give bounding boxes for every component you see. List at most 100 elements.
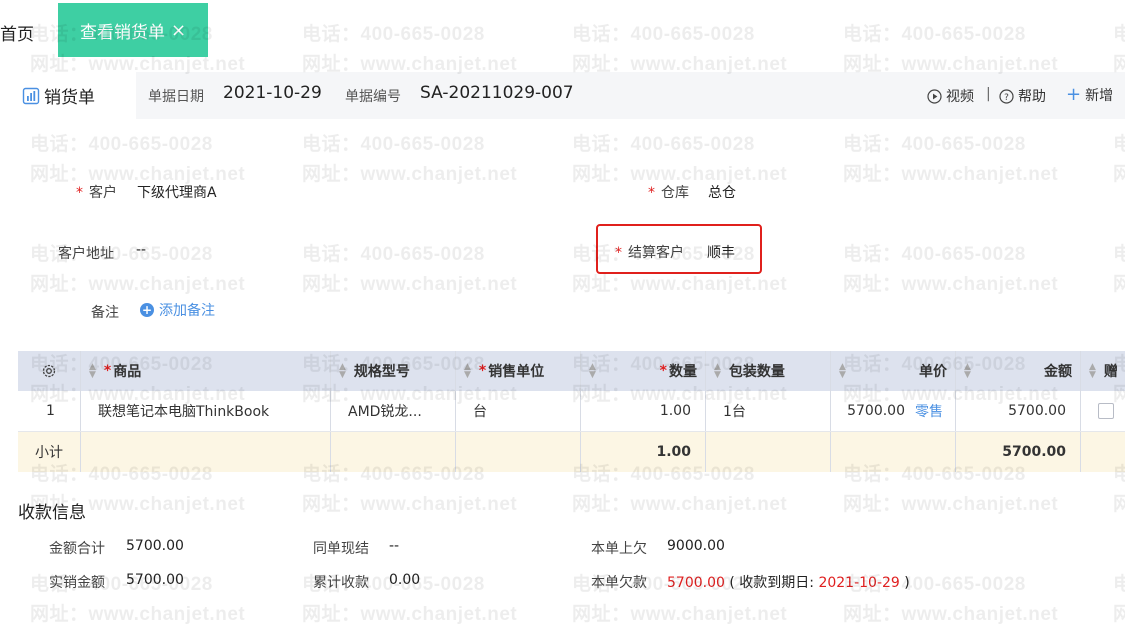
add-note-label: 添加备注 bbox=[159, 303, 215, 319]
watermark-site: 网址：www.chanjet.net bbox=[30, 604, 246, 625]
subtotal-amount: 5700.00 bbox=[956, 432, 1081, 472]
subtotal-empty bbox=[706, 432, 831, 472]
help-button[interactable]: ? 帮助 bbox=[999, 86, 1046, 106]
plus-icon: + bbox=[1066, 84, 1082, 105]
address-value[interactable]: -- bbox=[136, 242, 146, 258]
sort-icon: ▲ ▼ bbox=[964, 362, 971, 380]
customer-value[interactable]: 下级代理商A bbox=[137, 182, 217, 202]
add-button[interactable]: + 新增 bbox=[1066, 85, 1113, 105]
table-row[interactable]: 1 联想笔记本电脑ThinkBook AMD锐龙... 台 1.00 1台 57… bbox=[18, 391, 1125, 432]
actual-label: 实销金额 bbox=[49, 575, 105, 591]
date-value: 2021-10-29 bbox=[223, 83, 322, 103]
watermark-phone: 电话：400-665-0028 bbox=[843, 244, 1026, 265]
watermark-phone: 电话：400-665-0028 bbox=[572, 134, 755, 155]
header-price[interactable]: ▲ ▼ 单价 bbox=[831, 351, 956, 391]
date-label: 单据日期 bbox=[148, 89, 204, 105]
gift-checkbox[interactable] bbox=[1098, 403, 1114, 419]
row-price[interactable]: 5700.00 零售 bbox=[831, 391, 956, 431]
watermark-site: 网址：www.chanjet.net bbox=[572, 494, 788, 515]
sort-icon: ▲ ▼ bbox=[839, 362, 846, 380]
doc-type-tab[interactable]: 销货单 bbox=[0, 72, 136, 119]
required-mark: * bbox=[478, 363, 487, 379]
watermark-phone: 电话：400-665-0028 bbox=[302, 244, 485, 265]
watermark-site: 网址：www.chanjet.net bbox=[843, 604, 1059, 625]
tab-home[interactable]: 首页 bbox=[0, 20, 34, 45]
required-mark: * bbox=[615, 245, 622, 261]
address-label: 客户地址 bbox=[58, 246, 114, 262]
warehouse-value[interactable]: 总仓 bbox=[708, 182, 736, 202]
collection-title: 收款信息 bbox=[18, 503, 86, 523]
sort-icon: ▲ ▼ bbox=[589, 362, 596, 380]
header-unit[interactable]: ▲ ▼ * 销售单位 bbox=[456, 351, 581, 391]
watermark-phone: 电话：400-665-0028 bbox=[843, 134, 1026, 155]
watermark-site: 网址：www.chanjet.net bbox=[302, 494, 518, 515]
row-pack-qty[interactable]: 1台 bbox=[706, 391, 831, 431]
watermark-phone: 电话：400-665-0028 bbox=[30, 134, 213, 155]
header-price-label: 单价 bbox=[919, 364, 947, 380]
customer-field: * 客户 bbox=[76, 182, 117, 202]
watermark-site: 网址：www.chanjet.net bbox=[302, 274, 518, 295]
watermark-site: 网址：www.chanjet.net bbox=[302, 604, 518, 625]
close-icon[interactable]: × bbox=[171, 20, 186, 41]
actual-value: 5700.00 bbox=[126, 572, 184, 588]
header-unit-label: 销售单位 bbox=[488, 364, 545, 380]
note-label: 备注 bbox=[91, 305, 119, 321]
header-amount-label: 金额 bbox=[1044, 364, 1072, 380]
customer-label: 客户 bbox=[89, 185, 117, 201]
play-icon bbox=[927, 88, 942, 104]
cash-label: 同单现结 bbox=[313, 541, 369, 557]
row-spec[interactable]: AMD锐龙... bbox=[331, 391, 456, 431]
column-settings[interactable] bbox=[18, 351, 81, 391]
sort-icon: ▲ ▼ bbox=[1089, 362, 1096, 380]
due-close: ) bbox=[899, 575, 910, 591]
row-amount[interactable]: 5700.00 bbox=[956, 391, 1081, 431]
svg-text:?: ? bbox=[1004, 93, 1009, 103]
subtotal-empty bbox=[331, 432, 456, 472]
row-unit[interactable]: 台 bbox=[456, 391, 581, 431]
subtotal-empty bbox=[456, 432, 581, 472]
header-product[interactable]: ▲ ▼ * 商品 bbox=[81, 351, 331, 391]
video-button[interactable]: 视频 bbox=[927, 86, 974, 106]
watermark-site: 网址：www.chanjet.net bbox=[302, 164, 518, 185]
required-mark: * bbox=[76, 185, 83, 201]
watermark-phone: 电话：400-665-0028 bbox=[1113, 244, 1125, 265]
header-gift[interactable]: ▲ ▼ 赠 bbox=[1081, 351, 1125, 391]
row-qty[interactable]: 1.00 bbox=[581, 391, 706, 431]
subtotal-empty bbox=[831, 432, 956, 472]
header-qty[interactable]: ▲ ▼ * 数量 bbox=[581, 351, 706, 391]
header-spec[interactable]: ▲ ▼ 规格型号 bbox=[331, 351, 456, 391]
subtotal-empty bbox=[1081, 432, 1125, 472]
subtotal-label: 小计 bbox=[18, 432, 81, 472]
header-amount[interactable]: ▲ ▼ 金额 bbox=[956, 351, 1081, 391]
table-header: ▲ ▼ * 商品 ▲ ▼ 规格型号 ▲ ▼ * 销售单位 ▲ ▼ * 数量 ▲ ▼ 包装数… bbox=[18, 351, 1125, 391]
subtotal-empty bbox=[81, 432, 331, 472]
header-pack-qty[interactable]: ▲ ▼ 包装数量 bbox=[706, 351, 831, 391]
tab-view-sales-order[interactable]: 查看销货单 × bbox=[58, 3, 208, 57]
settle-customer-value[interactable]: 顺丰 bbox=[707, 242, 735, 262]
doc-type-label: 销货单 bbox=[44, 88, 95, 108]
add-label: 新增 bbox=[1085, 88, 1114, 104]
watermark-phone: 电话：400-665-0028 bbox=[843, 24, 1026, 45]
row-price-value: 5700.00 bbox=[847, 403, 905, 419]
watermark-site: 网址：www.chanjet.net bbox=[1113, 164, 1125, 185]
due-open: ( 收款到期日: bbox=[729, 575, 819, 591]
owe-label: 本单欠款 bbox=[591, 575, 647, 591]
owe-value: 5700.00 bbox=[667, 575, 725, 591]
row-product[interactable]: 联想笔记本电脑ThinkBook bbox=[81, 391, 331, 431]
watermark-phone: 电话：400-665-0028 bbox=[572, 24, 755, 45]
settle-customer-label: 结算客户 bbox=[628, 245, 684, 261]
price-type-link[interactable]: 零售 bbox=[915, 401, 943, 421]
sort-icon: ▲ ▼ bbox=[464, 362, 471, 380]
watermark-phone: 电话：400-665-0028 bbox=[302, 24, 485, 45]
row-gift[interactable] bbox=[1081, 391, 1125, 431]
add-note-button[interactable]: + 添加备注 bbox=[140, 300, 215, 320]
gear-icon bbox=[42, 364, 56, 378]
settle-customer-field: * 结算客户 bbox=[615, 242, 684, 262]
warehouse-label: 仓库 bbox=[661, 185, 689, 201]
header-gift-label: 赠 bbox=[1103, 364, 1118, 380]
watermark-site: 网址：www.chanjet.net bbox=[1113, 604, 1125, 625]
prev-owe-label: 本单上欠 bbox=[591, 541, 647, 557]
watermark-site: 网址：www.chanjet.net bbox=[843, 494, 1059, 515]
header-separator: | bbox=[986, 86, 991, 102]
header-spec-label: 规格型号 bbox=[353, 364, 410, 380]
